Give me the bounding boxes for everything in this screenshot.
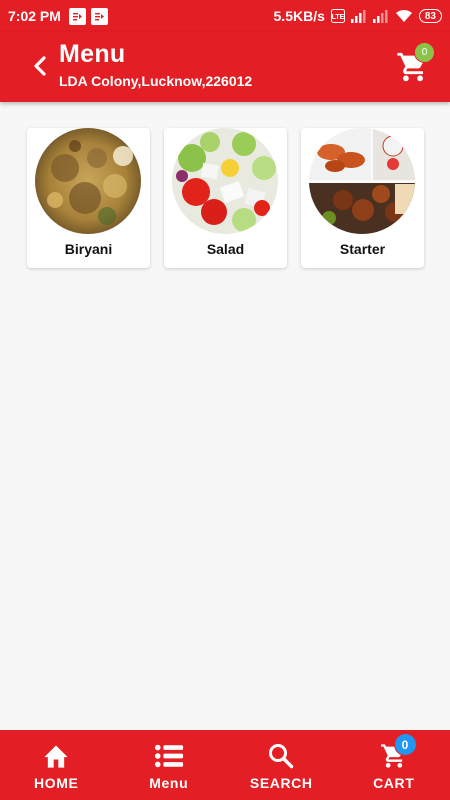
- notification-icon: [68, 7, 86, 25]
- biryani-photo: [35, 128, 141, 234]
- page-title: Menu: [59, 40, 126, 68]
- battery-level: 83: [424, 10, 436, 22]
- app-bar: Menu LDA Colony,Lucknow,226012 0: [0, 32, 450, 102]
- nav-label: SEARCH: [249, 775, 313, 791]
- nav-menu[interactable]: Menu: [113, 730, 226, 800]
- starter-photo: [309, 128, 415, 234]
- cart-count-badge: 0: [414, 42, 435, 63]
- status-bar: 7:02 PM 5.5KB/s LTE 83: [0, 0, 450, 32]
- signal-icon: [350, 9, 366, 23]
- category-label: Starter: [339, 241, 386, 257]
- category-card-biryani[interactable]: Biryani: [27, 128, 150, 268]
- network-speed: 5.5KB/s: [273, 8, 325, 24]
- battery-icon: 83: [418, 9, 442, 23]
- category-grid: Biryani Salad Starter: [27, 128, 424, 268]
- location-text: LDA Colony,Lucknow,226012: [59, 73, 253, 89]
- svg-text:LTE: LTE: [332, 14, 345, 21]
- wifi-icon: [395, 9, 412, 22]
- home-icon: [41, 742, 71, 770]
- salad-photo: [172, 128, 278, 234]
- signal-icon: [372, 9, 388, 23]
- nav-home[interactable]: HOME: [0, 730, 113, 800]
- nav-label: CART: [373, 775, 415, 791]
- nav-search[interactable]: SEARCH: [225, 730, 338, 800]
- cart-count-badge: 0: [393, 733, 417, 756]
- search-icon: [266, 742, 296, 770]
- category-card-salad[interactable]: Salad: [164, 128, 287, 268]
- chevron-left-icon: [34, 56, 46, 76]
- notification-icon: [90, 7, 108, 25]
- category-label: Salad: [206, 241, 245, 257]
- category-card-starter[interactable]: Starter: [301, 128, 424, 268]
- back-button[interactable]: [26, 52, 54, 80]
- status-time: 7:02 PM: [8, 8, 61, 24]
- nav-label: HOME: [34, 775, 79, 791]
- volte-icon: LTE: [330, 9, 345, 23]
- nav-label: Menu: [149, 775, 189, 791]
- list-icon: [154, 742, 184, 770]
- category-label: Biryani: [64, 241, 113, 257]
- nav-cart[interactable]: CART 0: [338, 730, 450, 800]
- bottom-navigation: HOME Menu SEARCH CART 0: [0, 730, 450, 800]
